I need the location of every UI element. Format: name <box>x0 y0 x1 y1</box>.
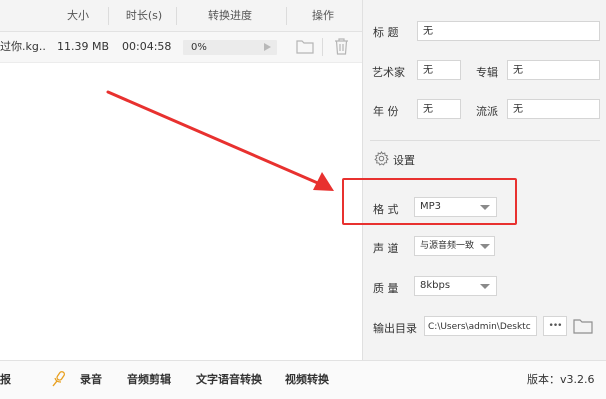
video-convert-button[interactable]: 视频转换 <box>285 361 329 399</box>
tts-button[interactable]: 文字语音转换 <box>196 361 262 399</box>
partial-label[interactable]: 报 <box>0 361 11 399</box>
microphone-icon[interactable] <box>50 370 68 392</box>
version-label: 版本：v3.2.6 <box>527 373 595 386</box>
annotation-arrow <box>106 90 334 191</box>
bottom-toolbar: 报 录音 音频剪辑 文字语音转换 视频转换 版本：v3.2.6 <box>0 360 606 399</box>
audio-edit-button[interactable]: 音频剪辑 <box>127 361 171 399</box>
record-button[interactable]: 录音 <box>80 361 102 399</box>
